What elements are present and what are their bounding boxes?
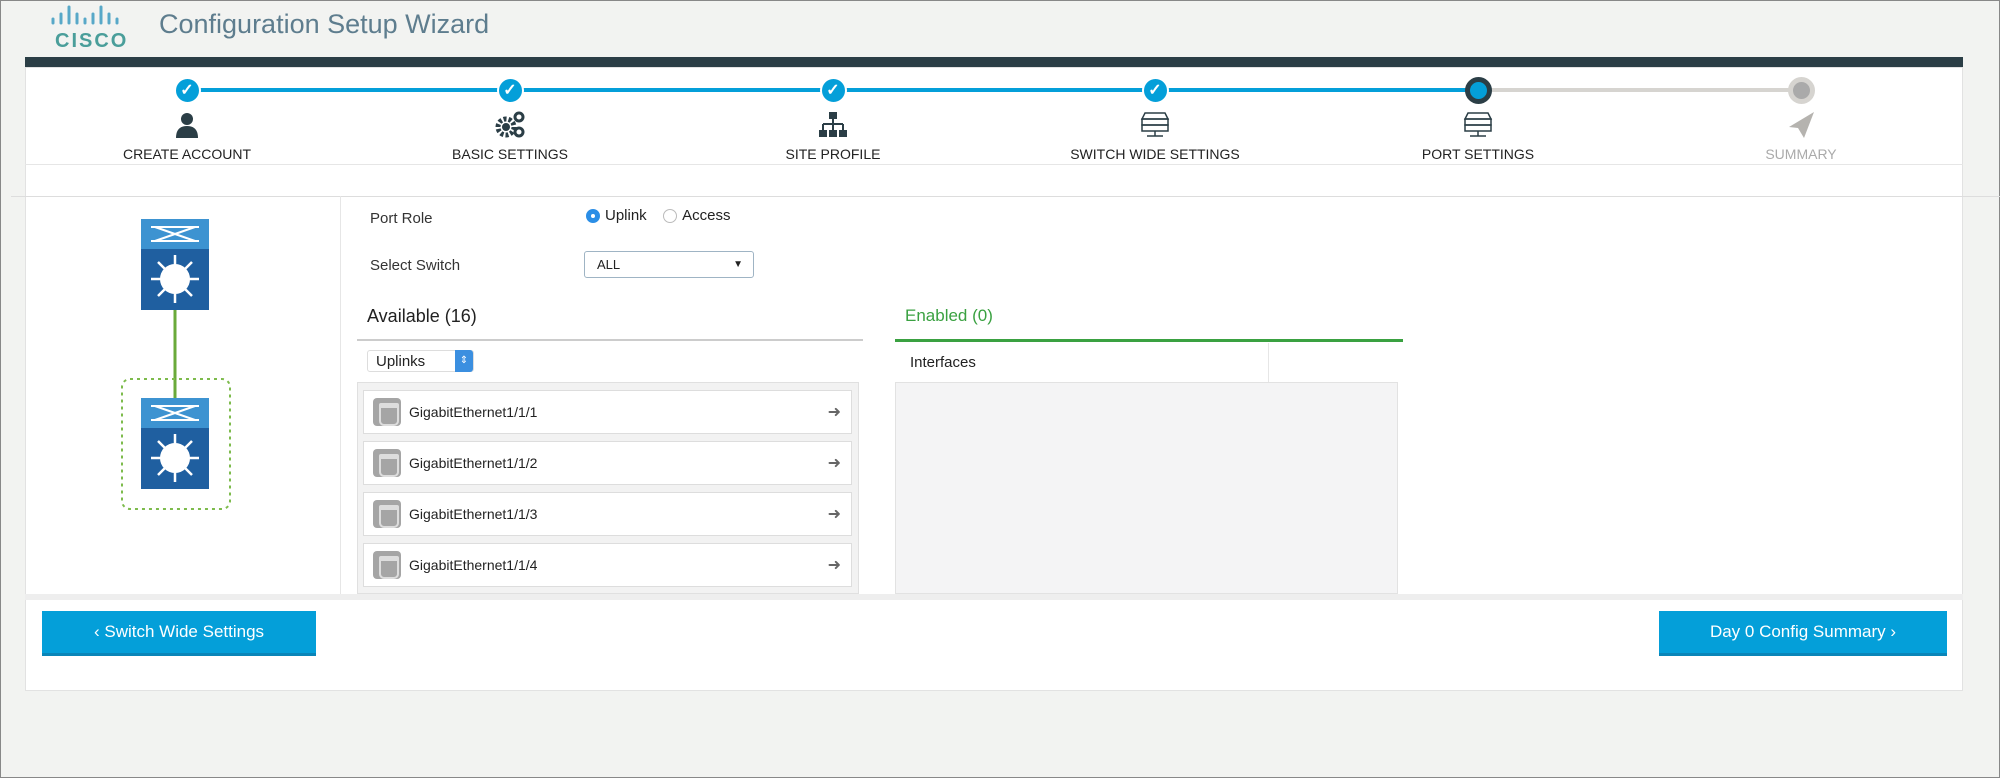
interface-item[interactable]: GigabitEthernet1/1/3 ➜: [363, 492, 852, 536]
arrow-right-icon[interactable]: ➜: [828, 504, 841, 524]
radio-checked[interactable]: [586, 208, 600, 223]
divider: [25, 594, 1963, 600]
next-button[interactable]: Day 0 Config Summary ›: [1659, 611, 1947, 656]
svg-text:CISCO: CISCO: [55, 30, 128, 51]
current-step-indicator: [1464, 77, 1492, 104]
header-bar: [25, 57, 1963, 67]
interface-item[interactable]: GigabitEthernet1/1/4 ➜: [363, 543, 852, 587]
gears-icon: [410, 110, 610, 140]
divider: [340, 196, 341, 594]
check-icon: ✓: [173, 77, 201, 104]
step-switch-wide-settings[interactable]: ✓ SWITCH WIDE SETTINGS: [1055, 77, 1255, 162]
server-icon: [1055, 110, 1255, 140]
divider: [11, 196, 2000, 197]
arrow-right-icon[interactable]: ➜: [828, 402, 841, 422]
step-site-profile[interactable]: ✓ SITE PROFILE: [733, 77, 933, 162]
step-summary[interactable]: SUMMARY: [1701, 77, 1901, 162]
interface-item[interactable]: GigabitEthernet1/1/2 ➜: [363, 441, 852, 485]
available-underline: [357, 339, 863, 341]
port-role-label: Port Role: [370, 210, 433, 227]
page-title: Configuration Setup Wizard: [159, 9, 490, 39]
check-icon: ✓: [1141, 77, 1169, 104]
server-icon: [1378, 110, 1578, 140]
future-step-indicator: [1787, 77, 1815, 104]
paper-plane-icon: [1701, 110, 1901, 140]
available-title: Available (16): [367, 306, 477, 326]
select-switch-dropdown[interactable]: ALL ▼: [584, 251, 754, 278]
ethernet-port-icon: [373, 449, 401, 477]
updown-icon: ⇕: [455, 350, 473, 372]
column-divider: [1268, 343, 1269, 382]
radio-uplink[interactable]: Uplink: [586, 207, 647, 224]
arrow-right-icon[interactable]: ➜: [828, 453, 841, 473]
select-switch-label: Select Switch: [370, 257, 461, 274]
cisco-logo: CISCO: [51, 5, 128, 51]
check-icon: ✓: [819, 77, 847, 104]
step-basic-settings[interactable]: ✓ BASIC SETTINGS: [410, 77, 610, 162]
switch-icon: [141, 398, 209, 489]
step-port-settings[interactable]: PORT SETTINGS: [1378, 77, 1578, 162]
back-button[interactable]: ‹ Switch Wide Settings: [42, 611, 316, 656]
ethernet-port-icon: [373, 500, 401, 528]
enabled-list: [895, 382, 1398, 594]
radio-unchecked[interactable]: [663, 208, 678, 223]
arrow-right-icon[interactable]: ➜: [828, 555, 841, 575]
enabled-underline: [895, 339, 1403, 342]
topology-diagram: [121, 219, 231, 510]
step-create-account[interactable]: ✓ CREATE ACCOUNT: [87, 77, 287, 162]
radio-access[interactable]: Access: [663, 207, 731, 224]
sitemap-icon: [733, 110, 933, 140]
caret-down-icon: ▼: [733, 259, 743, 270]
divider: [25, 164, 1963, 165]
uplinks-filter-select[interactable]: Uplinks ⇕: [367, 350, 474, 372]
enabled-title: Enabled (0): [905, 306, 993, 325]
port-role-group: Uplink Access: [586, 207, 743, 228]
user-icon: [87, 110, 287, 140]
interfaces-column-header: Interfaces: [910, 354, 976, 371]
ethernet-port-icon: [373, 551, 401, 579]
interface-item[interactable]: GigabitEthernet1/1/1 ➜: [363, 390, 852, 434]
ethernet-port-icon: [373, 398, 401, 426]
switch-icon: [141, 219, 209, 310]
check-icon: ✓: [496, 77, 524, 104]
